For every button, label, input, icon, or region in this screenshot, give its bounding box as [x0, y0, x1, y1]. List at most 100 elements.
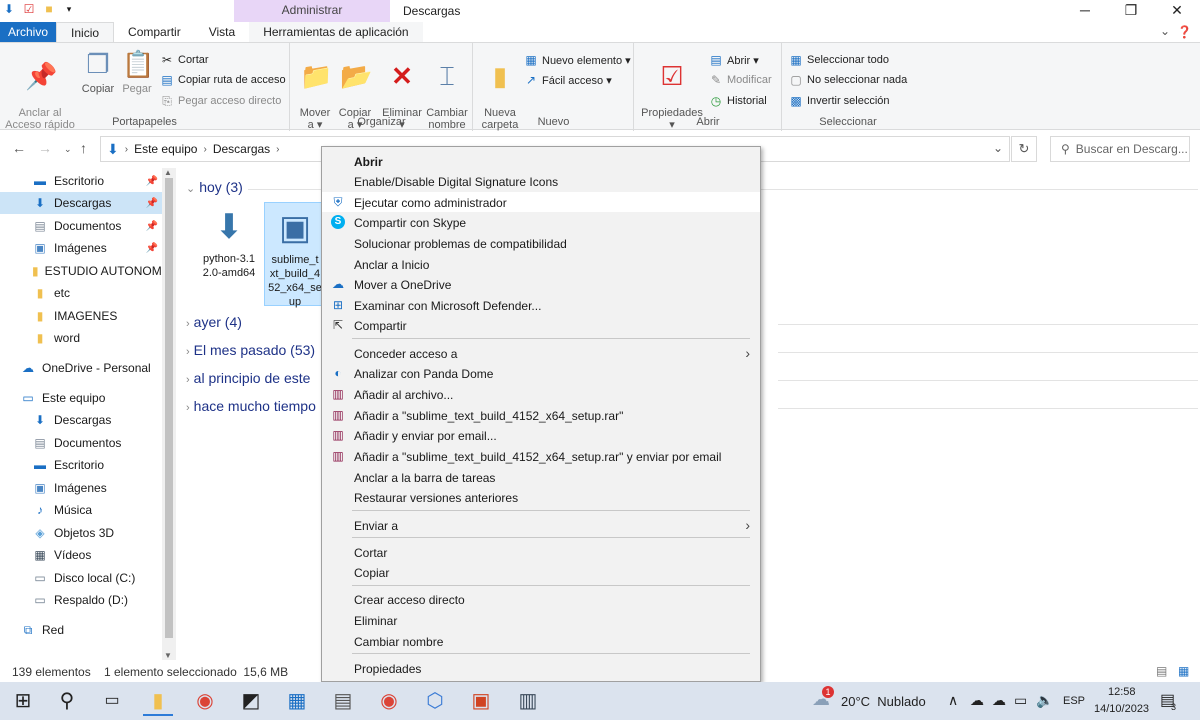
collapse-ribbon-icon[interactable]: ⌄ [1160, 24, 1170, 38]
close-button[interactable]: ✕ [1154, 0, 1200, 22]
group-header-yesterday[interactable]: › ayer (4) [186, 314, 242, 330]
menu-item-copy[interactable]: Copiar [322, 562, 760, 582]
menu-item-send-to[interactable]: Enviar a › [322, 515, 760, 535]
nav-item-pictures[interactable]: ▣ Imágenes [0, 477, 162, 499]
paste-shortcut-button[interactable]: ⎘ Pegar acceso directo [160, 94, 281, 108]
menu-item-add-email[interactable]: ▥ Añadir y enviar por email... [322, 425, 760, 445]
clock-time[interactable]: 12:58 [1108, 686, 1136, 698]
calendar-icon[interactable]: ▦ [282, 686, 312, 716]
properties-icon[interactable]: ☑ [22, 2, 36, 16]
nav-item-word[interactable]: ▮ word [0, 327, 162, 349]
menu-item-add-to-rar[interactable]: ▥ Añadir a "sublime_text_build_4152_x64_… [322, 405, 760, 425]
menu-item-run-as-admin[interactable]: ⛨ Ejecutar como administrador [322, 192, 760, 212]
language-indicator[interactable]: ESP [1063, 695, 1085, 707]
search-box[interactable]: ⚲ Buscar en Descarg... [1050, 136, 1190, 162]
task-view-icon[interactable]: ▭ [97, 686, 127, 716]
paste-button[interactable]: 📋 Pegar [118, 49, 156, 95]
invert-selection-button[interactable]: ▩ Invertir selección [789, 94, 889, 108]
nav-item-etc[interactable]: ▮ etc [0, 282, 162, 304]
nav-item-network[interactable]: ⧉ Red [0, 619, 162, 641]
menu-item-add-rar-email[interactable]: ▥ Añadir a "sublime_text_build_4152_x64_… [322, 446, 760, 466]
nav-item-pictures-quick[interactable]: ▣ Imágenes 📌 [0, 237, 162, 259]
recent-locations-icon[interactable]: ⌄ [64, 144, 72, 155]
calculator-icon[interactable]: ▤ [328, 686, 358, 716]
menu-item-pin-start[interactable]: Anclar a Inicio [322, 254, 760, 274]
group-header-last-month[interactable]: › El mes pasado (53) [186, 342, 315, 358]
nav-item-desktop[interactable]: ▬ Escritorio [0, 454, 162, 476]
menu-item-rename[interactable]: Cambiar nombre [322, 631, 760, 651]
downloads-icon[interactable]: ⬇ [2, 2, 16, 16]
group-header-long-ago[interactable]: › hace mucho tiempo [186, 398, 316, 414]
select-none-button[interactable]: ▢ No seleccionar nada [789, 73, 907, 87]
menu-item-restore-versions[interactable]: Restaurar versiones anteriores [322, 487, 760, 507]
address-dropdown-icon[interactable]: ⌄ [993, 141, 1003, 155]
forward-arrow-icon[interactable]: → [38, 140, 52, 156]
nav-item-estudio[interactable]: ▮ ESTUDIO AUTONOMO [0, 260, 162, 282]
show-hidden-icons[interactable]: ∧ [948, 692, 958, 709]
windows-start-icon[interactable]: ⊞ [8, 686, 38, 716]
help-icon[interactable]: ❓ [1177, 25, 1192, 39]
menu-item-cut[interactable]: Cortar [322, 542, 760, 562]
scroll-down-icon[interactable]: ▼ [164, 651, 172, 660]
menu-item-share[interactable]: ⇱ Compartir [322, 315, 760, 335]
tab-share[interactable]: Compartir [114, 22, 195, 42]
copy-path-button[interactable]: ▤ Copiar ruta de acceso [160, 73, 285, 87]
scroll-up-icon[interactable]: ▲ [164, 168, 172, 177]
refresh-button[interactable]: ↻ [1011, 136, 1037, 162]
up-arrow-icon[interactable]: ↑ [80, 140, 87, 156]
menu-item-panda-scan[interactable]: ◐ Analizar con Panda Dome [322, 363, 760, 383]
edit-button[interactable]: ✎ Modificar [709, 73, 772, 87]
chrome-profile-icon[interactable]: ◉ [374, 686, 404, 716]
nav-item-local-disk[interactable]: ▭ Disco local (C:) [0, 567, 162, 589]
nav-item-this-pc[interactable]: ▭ Este equipo [0, 387, 162, 409]
customize-toolbar-icon[interactable]: ▾ [62, 2, 76, 16]
group-header-earlier-this-year[interactable]: › al principio de este [186, 370, 310, 386]
weather-text[interactable]: 20°C Nublado [841, 694, 926, 709]
hexagon-app-icon[interactable]: ⬡ [420, 686, 450, 716]
maximize-button[interactable]: ❐ [1108, 0, 1154, 22]
menu-item-pin-taskbar[interactable]: Anclar a la barra de tareas [322, 467, 760, 487]
battery-icon[interactable]: ▭ [1014, 692, 1027, 709]
scrollbar-thumb[interactable] [165, 178, 173, 638]
breadcrumb-separator-icon[interactable]: › [203, 144, 206, 155]
new-item-button[interactable]: ▦ Nuevo elemento ▾ [524, 53, 630, 67]
tab-view[interactable]: Vista [195, 22, 249, 42]
nav-item-onedrive[interactable]: ☁ OneDrive - Personal [0, 357, 162, 379]
chrome-icon[interactable]: ◉ [190, 686, 220, 716]
details-view-icon[interactable]: ▤ [1156, 664, 1167, 678]
clock-date[interactable]: 14/10/2023 [1094, 703, 1149, 715]
menu-item-signature-icons[interactable]: Enable/Disable Digital Signature Icons [322, 171, 760, 191]
back-arrow-icon[interactable]: ← [12, 140, 26, 156]
nav-item-documents[interactable]: ▤ Documentos [0, 432, 162, 454]
nav-scrollbar[interactable]: ▲ ▼ [162, 168, 176, 660]
menu-item-share-skype[interactable]: S Compartir con Skype [322, 212, 760, 232]
tab-file[interactable]: Archivo [0, 22, 57, 42]
nav-item-videos[interactable]: ▦ Vídeos [0, 544, 162, 566]
group-header-today[interactable]: ⌄ hoy (3) [186, 179, 243, 195]
file-explorer-icon[interactable]: ▮ [143, 686, 173, 716]
breadcrumb-separator-icon[interactable]: › [276, 144, 279, 155]
breadcrumb-separator-icon[interactable]: › [125, 144, 128, 155]
nav-item-music[interactable]: ♪ Música [0, 499, 162, 521]
python-idle-icon[interactable]: ▥ [513, 686, 543, 716]
sticky-notes-icon[interactable]: ◩ [236, 686, 266, 716]
cloud-status-icon[interactable]: ☁ [970, 692, 984, 709]
onedrive-icon[interactable]: ☁ [992, 692, 1006, 709]
nav-item-3d-objects[interactable]: ◈ Objetos 3D [0, 522, 162, 544]
easy-access-button[interactable]: ↗ Fácil acceso ▾ [524, 73, 612, 87]
menu-item-troubleshoot[interactable]: Solucionar problemas de compatibilidad [322, 233, 760, 253]
nav-item-downloads-quick[interactable]: ⬇ Descargas 📌 [0, 192, 162, 214]
nav-item-documents-quick[interactable]: ▤ Documentos 📌 [0, 215, 162, 237]
nav-item-desktop-quick[interactable]: ▬ Escritorio 📌 [0, 170, 162, 192]
menu-item-create-shortcut[interactable]: Crear acceso directo [322, 589, 760, 609]
new-folder-icon[interactable]: ■ [42, 2, 56, 16]
volume-icon[interactable]: 🔈 [1036, 692, 1053, 709]
open-button[interactable]: ▤ Abrir ▾ [709, 53, 758, 67]
tab-home[interactable]: Inicio [56, 22, 115, 42]
search-icon[interactable]: ⚲ [52, 686, 82, 716]
menu-item-defender[interactable]: ⊞ Examinar con Microsoft Defender... [322, 295, 760, 315]
select-all-button[interactable]: ▦ Seleccionar todo [789, 53, 889, 67]
menu-item-add-archive[interactable]: ▥ Añadir al archivo... [322, 384, 760, 404]
breadcrumb-this-pc[interactable]: Este equipo [134, 142, 197, 156]
tab-app-tools[interactable]: Herramientas de aplicación [249, 22, 423, 42]
